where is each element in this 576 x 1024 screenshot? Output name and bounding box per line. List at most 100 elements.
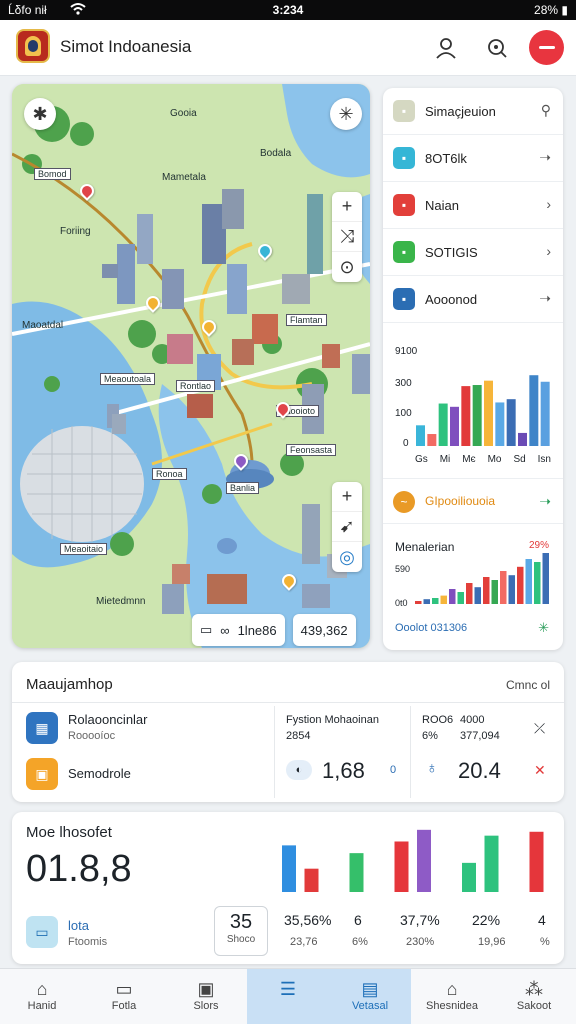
- tab-6[interactable]: ⁂ Sakoot: [493, 969, 575, 1024]
- location-icon: ♁: [426, 760, 438, 777]
- summary-title: Maaujamhop: [26, 676, 113, 693]
- layer-item[interactable]: ▪ Naian ›: [383, 182, 563, 229]
- target-icon: ⊙: [339, 256, 355, 277]
- toggle-icon[interactable]: ◐: [286, 760, 312, 780]
- chart-bar: [450, 406, 459, 446]
- chart-bar: [542, 553, 549, 604]
- x-tick-label: Mo: [487, 454, 502, 465]
- kpi-col-bot: 6%: [352, 936, 368, 948]
- rotate-icon: ⤨: [339, 226, 355, 246]
- tab-3[interactable]: ☰: [247, 969, 329, 1024]
- gps-button[interactable]: ◎: [332, 542, 362, 572]
- layers-icon: ▪: [393, 288, 415, 310]
- home-icon: ⌂: [36, 978, 48, 999]
- tab-label: Sakoot: [516, 1000, 552, 1012]
- layers-button[interactable]: ✳: [330, 98, 362, 130]
- chart-bar: [466, 583, 473, 604]
- map-label: Rontlao: [176, 380, 216, 392]
- asterisk-icon: ✳: [338, 103, 354, 124]
- trend-row[interactable]: ~ GIpooiliouoia ➝: [383, 478, 563, 524]
- chart-bar: [529, 375, 539, 446]
- chart-bar: [440, 595, 447, 604]
- chart-bar: [417, 829, 431, 892]
- kpi-box-value: 35: [229, 911, 253, 933]
- menu-button[interactable]: [529, 30, 564, 65]
- user-button[interactable]: [430, 32, 462, 64]
- kpi-chart: [282, 829, 544, 892]
- kpi-box-label: Shoco: [226, 934, 256, 945]
- c2-top: 4000: [460, 714, 485, 726]
- chart-bar: [495, 402, 505, 446]
- kpi-foot-label: lota: [68, 918, 89, 933]
- layer-item[interactable]: ▪ Aooonod ➝: [383, 276, 563, 323]
- navigate-button[interactable]: ➹: [332, 512, 362, 542]
- chart-bar: [415, 601, 422, 604]
- map-label: Foriing: [60, 226, 91, 237]
- row1-sub: Rooooíoc: [68, 730, 116, 742]
- chart-bar: [540, 381, 550, 446]
- map-distance[interactable]: 439,362: [292, 614, 356, 646]
- close-icon[interactable]: ✕: [534, 762, 546, 779]
- kpi-big-value: 01.8,8: [26, 848, 132, 890]
- search-button[interactable]: [481, 32, 513, 64]
- chart-bar: [517, 566, 524, 604]
- layer-item[interactable]: ▪ SOTIGIS ›: [383, 229, 563, 276]
- status-bar: Ĺδfo nił 3:234 28% ▮: [0, 0, 576, 20]
- x-tick-label: Sd: [513, 454, 526, 465]
- chart-bar: [462, 862, 476, 892]
- zoom-in-button-2[interactable]: +: [332, 482, 362, 512]
- map-label: Ronoa: [152, 468, 187, 480]
- chart-bar: [416, 425, 425, 446]
- city-map[interactable]: Gooia Bodala Mametala Foriing Maoatdal M…: [12, 84, 370, 648]
- collapse-icon[interactable]: ⤫: [534, 720, 545, 737]
- map-route-info[interactable]: ▭ ∞ 1lne86: [192, 614, 285, 646]
- route-label: 1lne86: [237, 622, 277, 638]
- kpi-title: Moe lhosofet: [26, 824, 112, 841]
- battery-text: 28% ▮: [534, 3, 568, 17]
- tab-1[interactable]: ▭ Fotla: [83, 969, 165, 1024]
- plus-icon: +: [341, 486, 353, 506]
- layer-item-label: SOTIGIS: [425, 245, 478, 260]
- chevron-right-icon: ➝: [539, 290, 551, 306]
- mini-chart-2-svg: [415, 553, 549, 604]
- tab-2[interactable]: ▣ Slors: [165, 969, 247, 1024]
- zoom-in-button[interactable]: +: [332, 192, 362, 222]
- chart-bar: [500, 571, 507, 604]
- compass-button[interactable]: ✱: [24, 98, 56, 130]
- x-tick-label: Isn: [537, 454, 551, 465]
- c1-bot: 6%: [422, 730, 438, 742]
- map-controls-top: + ⤨ ⊙: [332, 192, 362, 282]
- app-logo[interactable]: [16, 29, 50, 63]
- list-icon: ☰: [279, 978, 297, 999]
- map-icon: ▭: [115, 978, 133, 999]
- rotate-button[interactable]: ⤨: [332, 222, 362, 252]
- chart-bar: [483, 577, 490, 604]
- layer-item[interactable]: ▪ 8OT6lk ➝: [383, 135, 563, 182]
- trend-label: GIpooiliouoia: [425, 494, 496, 508]
- search-icon: [488, 39, 507, 58]
- locate-button[interactable]: ⊙: [332, 252, 362, 282]
- user-icon: [436, 38, 456, 59]
- chart-bar: [472, 385, 482, 446]
- map-label: Banlia: [226, 482, 260, 494]
- distance-value: 439,362: [300, 622, 348, 638]
- kpi-col-bot: 230%: [406, 936, 435, 948]
- chart-bar: [438, 403, 448, 446]
- layer-item[interactable]: ▪ Simaçjeuion ⚲: [383, 88, 563, 135]
- summary-control[interactable]: Cmnc ol: [506, 678, 550, 692]
- chart-bar: [457, 592, 464, 604]
- kpi-box[interactable]: 35 Shoco: [214, 906, 268, 956]
- chevron-right-icon: ›: [546, 243, 551, 259]
- navigate-icon: ➹: [339, 516, 355, 536]
- tab-4[interactable]: ▤ Vetasal: [329, 969, 411, 1024]
- plus-icon: +: [341, 196, 353, 216]
- chart-bar: [491, 580, 498, 604]
- car-icon: ▪: [393, 194, 415, 216]
- layer-item-label: Naian: [425, 198, 459, 213]
- chevron-right-icon: ➝: [539, 149, 551, 165]
- battery-percent: 28%: [534, 3, 559, 17]
- tab-5[interactable]: ⌂ Shesnidea: [411, 969, 493, 1024]
- leaf-icon: ▪: [393, 241, 415, 263]
- gps-icon: ◎: [339, 546, 355, 567]
- tab-0[interactable]: ⌂ Hanid: [1, 969, 83, 1024]
